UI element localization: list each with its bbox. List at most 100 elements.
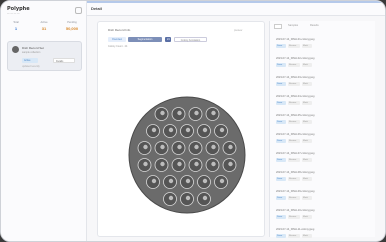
- file-tag[interactable]: Mark: [302, 120, 312, 124]
- colony-center: [143, 144, 148, 150]
- file-tag: Done: [276, 196, 286, 200]
- file-tag[interactable]: Mark: [302, 44, 312, 48]
- file-name: 2023-07-14_DISH-09-colony.jpeg: [276, 190, 315, 193]
- file-tag[interactable]: Mark: [302, 177, 312, 181]
- main-panel: Dish Record Info preview Overview Segmen…: [97, 21, 265, 237]
- count-badge: 24: [165, 37, 171, 42]
- list-item[interactable]: 2023-07-14_DISH-01-colony.jpeg Done Review…: [276, 38, 372, 56]
- stat-total: Total 1: [5, 21, 27, 31]
- file-tag[interactable]: Review: [288, 177, 300, 181]
- file-tag: Done: [276, 177, 286, 181]
- page-title: Detail: [91, 6, 102, 11]
- file-tag[interactable]: Mark: [302, 196, 312, 200]
- colony-center: [211, 144, 216, 150]
- tab-all[interactable]: [274, 24, 282, 29]
- list-item[interactable]: 2023-07-14_DISH-04-colony.jpeg Done Review…: [276, 95, 372, 113]
- preview-link[interactable]: preview: [234, 29, 242, 32]
- tab-results[interactable]: Results: [310, 24, 319, 27]
- file-name: 2023-07-14_DISH-01-colony.jpeg: [276, 38, 315, 41]
- list-item[interactable]: 2023-07-14_DISH-03-colony.jpeg Done Review…: [276, 76, 372, 94]
- file-tag: Done: [276, 82, 286, 86]
- file-tag[interactable]: Mark: [302, 139, 312, 143]
- file-name: 2023-07-14_DISH-06-colony.jpeg: [276, 133, 315, 136]
- colony-center: [202, 195, 208, 201]
- file-tag[interactable]: Review: [288, 101, 300, 105]
- file-tag[interactable]: Review: [288, 63, 300, 67]
- stat-value: 1: [14, 26, 18, 31]
- tab-annotation[interactable]: Colony Annotation: [174, 37, 207, 42]
- file-name: 2023-07-14_DISH-07-colony.jpeg: [276, 152, 315, 155]
- collapse-sidebar-icon[interactable]: [75, 7, 82, 14]
- card-footer: updated recently: [22, 65, 40, 68]
- colony-center: [185, 195, 191, 201]
- list-item[interactable]: 2023-07-14_DISH-08-colony.jpeg Done Review…: [276, 171, 372, 189]
- details-button[interactable]: Details: [53, 58, 75, 63]
- file-tag[interactable]: Review: [288, 120, 300, 124]
- colony-center: [194, 110, 199, 116]
- file-name: 2023-07-14_DISH-10-colony.jpeg: [276, 209, 315, 212]
- petri-dish-image[interactable]: [128, 96, 246, 214]
- stat-value: 50,000: [65, 26, 79, 31]
- colony-center: [177, 110, 182, 116]
- colony-center: [177, 161, 182, 167]
- list-item[interactable]: 2023-07-14_DISH-06-colony.jpeg Done Review…: [276, 133, 372, 151]
- file-tag[interactable]: Mark: [302, 215, 312, 219]
- colony-center: [211, 161, 216, 167]
- file-name: 2023-07-14_DISH-02-colony.jpeg: [276, 57, 315, 60]
- file-tag: Done: [276, 234, 286, 238]
- top-header: Detail: [87, 1, 385, 16]
- colony-center: [151, 178, 157, 184]
- list-item[interactable]: 2023-07-14_DISH-10-colony.jpeg Done Review…: [276, 209, 372, 227]
- stat-pending: Pending 50,000: [61, 21, 83, 31]
- file-tag: Done: [276, 44, 286, 48]
- file-tag[interactable]: Mark: [302, 63, 312, 67]
- file-tag[interactable]: Review: [288, 158, 300, 162]
- file-tag: Done: [276, 158, 286, 162]
- stat-label: Pending: [67, 21, 77, 24]
- file-tag[interactable]: Review: [288, 234, 300, 238]
- colony-center: [168, 178, 174, 184]
- status-badge: Active: [22, 58, 38, 63]
- file-tag[interactable]: Mark: [302, 82, 312, 86]
- card-title: Dish Record Set: [22, 46, 44, 50]
- colony-count-label: Colony Count · 24: [108, 45, 128, 48]
- file-tag[interactable]: Review: [288, 215, 300, 219]
- list-item[interactable]: 2023-07-14_DISH-11-colony.jpeg Done Review…: [276, 228, 372, 241]
- file-tag[interactable]: Review: [288, 196, 300, 200]
- record-card[interactable]: Dish Record Set sample collection Active…: [7, 41, 82, 71]
- stat-label: Active: [40, 21, 48, 24]
- file-tag[interactable]: Review: [288, 82, 300, 86]
- colony-center: [194, 161, 199, 167]
- file-tag[interactable]: Mark: [302, 101, 312, 105]
- file-tag: Done: [276, 101, 286, 105]
- stat-active: Active 31: [33, 21, 55, 31]
- file-name: 2023-07-14_DISH-05-colony.jpeg: [276, 114, 315, 117]
- sidebar: Polyphe — — — — Total 1 Active 31 Pendin…: [1, 1, 87, 241]
- file-tag: Done: [276, 139, 286, 143]
- colony-center: [185, 127, 191, 133]
- file-tag: Done: [276, 215, 286, 219]
- file-tag[interactable]: Mark: [302, 234, 312, 238]
- file-tag[interactable]: Mark: [302, 158, 312, 162]
- colony-center: [168, 127, 174, 133]
- list-item[interactable]: 2023-07-14_DISH-05-colony.jpeg Done Review…: [276, 114, 372, 132]
- list-item[interactable]: 2023-07-14_DISH-07-colony.jpeg Done Review…: [276, 152, 372, 170]
- colony-center: [185, 178, 191, 184]
- file-tag[interactable]: Review: [288, 139, 300, 143]
- file-tag: Done: [276, 63, 286, 67]
- file-name: 2023-07-14_DISH-04-colony.jpeg: [276, 95, 315, 98]
- tab-segmentation[interactable]: Segmentation: [128, 37, 162, 42]
- colony-center: [177, 144, 182, 150]
- avatar: [12, 46, 19, 53]
- list-item[interactable]: 2023-07-14_DISH-02-colony.jpeg Done Review…: [276, 57, 372, 75]
- colony-center: [202, 127, 208, 133]
- colony-center: [211, 110, 216, 116]
- tab-overview[interactable]: Overview: [108, 37, 126, 42]
- colony-center: [160, 144, 165, 150]
- list-item[interactable]: 2023-07-14_DISH-09-colony.jpeg Done Review…: [276, 190, 372, 208]
- file-tag[interactable]: Review: [288, 44, 300, 48]
- tab-samples[interactable]: Samples: [288, 24, 298, 27]
- panel-title: Dish Record Info: [108, 28, 131, 32]
- colony-center: [160, 110, 165, 116]
- colony-center: [194, 144, 199, 150]
